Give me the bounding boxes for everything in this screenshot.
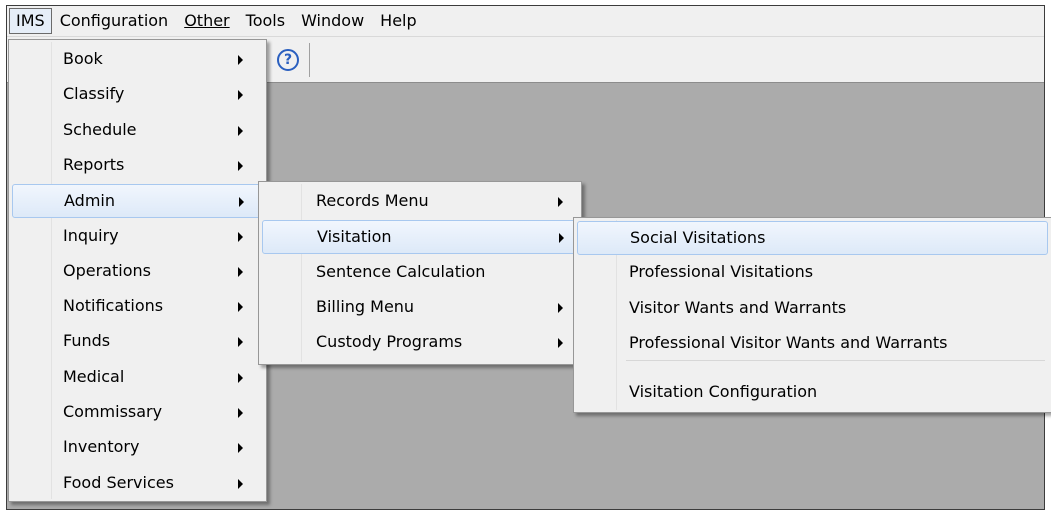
menubar-item-window[interactable]: Window bbox=[293, 8, 372, 34]
menu-item-label: Sentence Calculation bbox=[316, 261, 486, 281]
admin-menu-item-sentence-calculation[interactable]: Sentence Calculation bbox=[262, 256, 578, 290]
menubar-item-tools[interactable]: Tools bbox=[238, 8, 293, 34]
menu-item-label: Book bbox=[63, 49, 103, 68]
visitation-menu-item-social-visitations[interactable]: Social Visitations bbox=[577, 221, 1048, 255]
submenu-arrow-icon bbox=[238, 266, 243, 277]
submenu-arrow-icon bbox=[238, 443, 243, 454]
ims-menu-item-admin[interactable]: Admin bbox=[12, 184, 263, 219]
submenu-arrow-icon bbox=[238, 337, 243, 348]
menu-item-label: Inquiry bbox=[63, 225, 119, 245]
admin-menu-item-records-menu[interactable]: Records Menu bbox=[262, 185, 578, 219]
submenu-arrow-icon bbox=[239, 197, 244, 208]
menu-item-label: Professional Visitations bbox=[629, 262, 814, 282]
ims-menu-item-reports[interactable]: Reports bbox=[12, 149, 263, 183]
submenu-arrow-icon bbox=[238, 231, 243, 242]
submenu-arrow-icon bbox=[558, 338, 563, 349]
ims-menu-item-operations[interactable]: Operations bbox=[12, 255, 263, 289]
menu-item-label: Operations bbox=[63, 260, 151, 280]
submenu-arrow-icon bbox=[238, 302, 243, 313]
ims-menu: Book Classify Schedule Reports Admin Inquiry O… bbox=[8, 39, 267, 502]
menu-item-label: Schedule bbox=[63, 119, 137, 139]
visitation-menu-item-visitor-wants-and-warrants[interactable]: Visitor Wants and Warrants bbox=[577, 292, 1048, 326]
submenu-arrow-icon bbox=[558, 197, 563, 207]
menu-item-label: Funds bbox=[63, 331, 111, 351]
submenu-arrow-icon bbox=[558, 302, 563, 313]
menu-item-label: Notifications bbox=[63, 296, 164, 316]
ims-menu-item-commissary[interactable]: Commissary bbox=[12, 396, 263, 430]
visitation-submenu: Social Visitations Professional Visitatio… bbox=[573, 217, 1051, 413]
submenu-arrow-icon bbox=[238, 372, 243, 383]
menu-item-label: Visitation Configuration bbox=[629, 382, 818, 402]
submenu-arrow-icon bbox=[238, 55, 243, 65]
menubar-item-configuration[interactable]: Configuration bbox=[52, 8, 177, 34]
menubar-item-help[interactable]: Help bbox=[372, 8, 424, 34]
admin-menu-item-custody-programs[interactable]: Custody Programs bbox=[262, 326, 578, 360]
submenu-arrow-icon bbox=[559, 233, 564, 244]
submenu-arrow-icon bbox=[238, 478, 243, 489]
menu-item-label: Admin bbox=[64, 191, 115, 211]
menu-item-label: Food Services bbox=[63, 472, 174, 492]
admin-submenu: Records Menu Visitation Sentence Calculati… bbox=[258, 181, 582, 365]
menu-item-label: Medical bbox=[63, 366, 125, 386]
menu-item-label: Billing Menu bbox=[316, 296, 415, 316]
menubar-item-other[interactable]: Other bbox=[176, 8, 237, 34]
menu-item-label: Professional Visitor Wants and Warrants bbox=[629, 332, 948, 352]
submenu-arrow-icon bbox=[238, 160, 243, 171]
menu-item-label: Social Visitations bbox=[630, 228, 766, 247]
toolbar-separator bbox=[309, 43, 310, 77]
admin-menu-item-visitation[interactable]: Visitation bbox=[262, 220, 578, 255]
ims-menu-item-medical[interactable]: Medical bbox=[12, 361, 263, 395]
menu-item-label: Records Menu bbox=[316, 191, 429, 210]
menu-bar: IMS Configuration Other Tools Window Hel… bbox=[7, 6, 1044, 37]
ims-menu-item-book[interactable]: Book bbox=[12, 43, 263, 77]
menu-item-label: Visitor Wants and Warrants bbox=[629, 297, 847, 317]
menu-item-label: Visitation bbox=[317, 227, 392, 247]
visitation-menu-item-professional-visitor-wants-and-warrants[interactable]: Professional Visitor Wants and Warrants bbox=[577, 327, 1048, 361]
visitation-menu-item-visitation-configuration[interactable]: Visitation Configuration bbox=[577, 376, 1048, 410]
submenu-arrow-icon bbox=[238, 125, 243, 136]
menu-item-label: Commissary bbox=[63, 402, 163, 421]
help-circle-icon[interactable]: ? bbox=[277, 49, 299, 71]
menu-item-label: Custody Programs bbox=[316, 332, 463, 352]
menu-item-label: Classify bbox=[63, 84, 125, 104]
ims-menu-item-classify[interactable]: Classify bbox=[12, 78, 263, 112]
ims-menu-item-food-services[interactable]: Food Services bbox=[12, 467, 263, 501]
menu-item-label: Reports bbox=[63, 154, 125, 174]
ims-menu-item-schedule[interactable]: Schedule bbox=[12, 114, 263, 148]
ims-menu-item-notifications[interactable]: Notifications bbox=[12, 290, 263, 324]
visitation-menu-item-professional-visitations[interactable]: Professional Visitations bbox=[577, 256, 1048, 290]
menu-item-label: Inventory bbox=[63, 437, 140, 457]
ims-menu-item-inquiry[interactable]: Inquiry bbox=[12, 220, 263, 254]
submenu-arrow-icon bbox=[238, 90, 243, 101]
ims-menu-item-inventory[interactable]: Inventory bbox=[12, 431, 263, 465]
admin-menu-item-billing-menu[interactable]: Billing Menu bbox=[262, 291, 578, 325]
menubar-item-ims[interactable]: IMS bbox=[9, 8, 52, 34]
ims-menu-item-funds[interactable]: Funds bbox=[12, 325, 263, 359]
submenu-arrow-icon bbox=[238, 408, 243, 418]
